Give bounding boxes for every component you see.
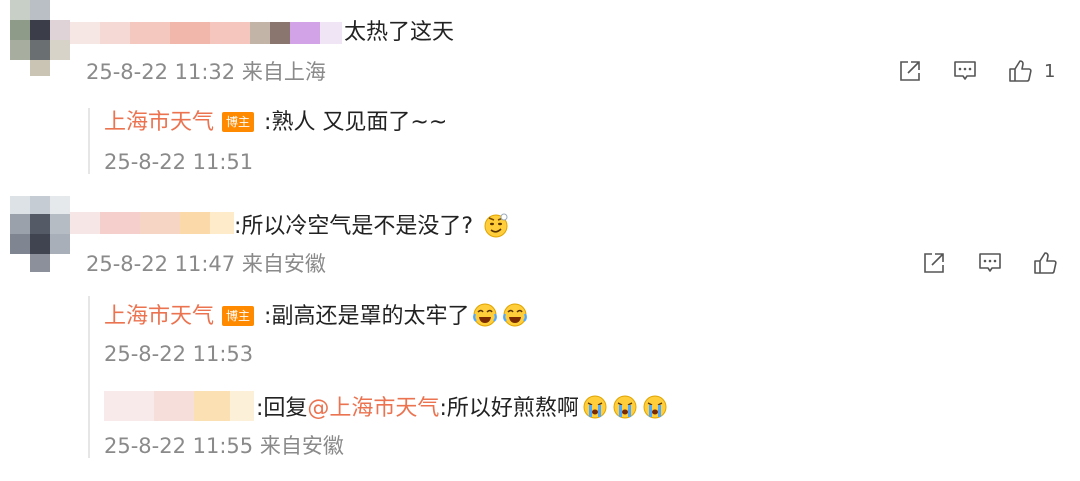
username[interactable] [70,22,342,44]
like-count: 1 [1044,61,1056,82]
blogger-badge: 博主 [222,306,255,326]
cry-emoji-icon [611,393,639,429]
mention-link[interactable]: @上海市天气 [307,396,439,421]
comment-meta: 25-8-22 11:32 来自上海 [86,60,326,84]
comment-text: :所以冷空气是不是没了? [234,214,474,239]
laugh-cry-emoji-icon [501,301,529,333]
reply-text: :副高还是罩的太牢了 [264,304,470,329]
reply-author[interactable]: 上海市天气 [104,110,214,135]
reply-text: :熟人 又见面了~~ [264,110,448,135]
reply-item: 上海市天气 博主 :熟人 又见面了~~ [104,109,447,137]
share-button[interactable] [897,58,923,84]
share-icon [924,253,944,273]
like-button[interactable] [1007,58,1033,84]
reply-username[interactable] [104,391,254,421]
comment-icon [979,253,1001,272]
reply-author[interactable]: 上海市天气 [104,304,214,329]
avatar[interactable] [10,0,70,76]
reply-meta: 25-8-22 11:51 [104,150,254,174]
laugh-cry-emoji-icon [471,301,499,333]
reply-item: :回复@上海市天气:所以好煎熬啊 [256,393,669,429]
reply-divider [88,108,90,174]
reply-meta: 25-8-22 11:55 来自安徽 [104,434,344,458]
comment-button[interactable] [977,250,1003,276]
share-button[interactable] [921,250,947,276]
reply-meta: 25-8-22 11:53 [104,342,254,366]
comment-text: 太热了这天 [344,20,455,45]
reply-prefix: :回复 [256,396,308,421]
comment-body: :所以冷空气是不是没了? [234,211,510,247]
username[interactable] [70,212,234,234]
thumbs-up-icon [1009,60,1032,82]
cry-emoji-icon [641,393,669,429]
cry-emoji-icon [581,393,609,429]
reply-item: 上海市天气 博主 :副高还是罩的太牢了 [104,301,529,333]
comment-button[interactable] [952,58,978,84]
reply-text: :所以好煎熬啊 [439,396,579,421]
reply-divider [88,296,90,458]
blogger-badge: 博主 [222,112,255,132]
comment-meta: 25-8-22 11:47 来自安徽 [86,252,326,276]
smirk-emoji-icon [482,211,510,247]
comment-icon [954,61,976,80]
like-button[interactable] [1032,250,1058,276]
thumbs-up-icon [1034,252,1057,274]
avatar[interactable] [10,196,70,272]
share-icon [900,61,920,81]
